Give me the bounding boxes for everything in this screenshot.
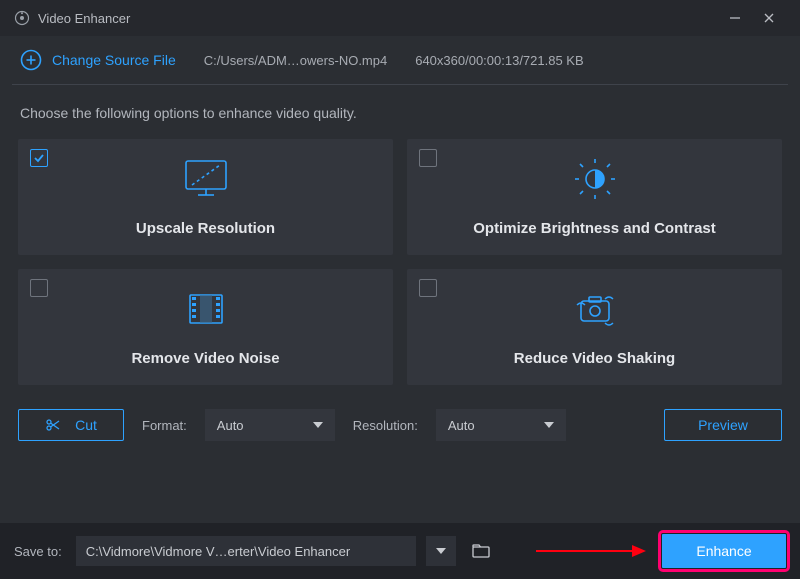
camera-shake-icon	[407, 287, 782, 331]
option-label: Optimize Brightness and Contrast	[473, 220, 716, 237]
film-noise-icon	[18, 287, 393, 331]
option-label: Reduce Video Shaking	[514, 350, 675, 367]
change-source-label: Change Source File	[52, 52, 176, 68]
close-button[interactable]	[752, 0, 786, 36]
option-upscale-resolution[interactable]: Upscale Resolution	[18, 139, 393, 255]
format-value: Auto	[217, 418, 244, 433]
brightness-icon	[407, 157, 782, 201]
chevron-down-icon	[544, 422, 554, 428]
option-label: Upscale Resolution	[136, 220, 275, 237]
enhance-button[interactable]: Enhance	[662, 534, 786, 568]
controls-row: Cut Format: Auto Resolution: Auto Previe…	[0, 385, 800, 441]
enhance-label: Enhance	[696, 543, 751, 559]
save-path-text: C:\Vidmore\Vidmore V…erter\Video Enhance…	[86, 544, 350, 559]
option-reduce-shaking[interactable]: Reduce Video Shaking	[407, 269, 782, 385]
minimize-button[interactable]	[718, 0, 752, 36]
plus-circle-icon	[20, 49, 42, 71]
cut-label: Cut	[75, 417, 97, 433]
option-label: Remove Video Noise	[131, 350, 279, 367]
options-grid: Upscale Resolution Optimize Brightness a…	[0, 139, 800, 385]
window-title: Video Enhancer	[38, 11, 130, 26]
cut-button[interactable]: Cut	[18, 409, 124, 441]
save-path-field[interactable]: C:\Vidmore\Vidmore V…erter\Video Enhance…	[76, 536, 416, 566]
save-path-dropdown[interactable]	[426, 536, 456, 566]
preview-button[interactable]: Preview	[664, 409, 782, 441]
instruction-text: Choose the following options to enhance …	[0, 85, 800, 139]
save-to-label: Save to:	[14, 544, 62, 559]
titlebar: Video Enhancer	[0, 0, 800, 36]
footer: Save to: C:\Vidmore\Vidmore V…erter\Vide…	[0, 523, 800, 579]
resolution-select[interactable]: Auto	[436, 409, 566, 441]
source-meta: 640x360/00:00:13/721.85 KB	[415, 53, 583, 68]
format-label: Format:	[142, 418, 187, 433]
app-logo-icon	[14, 10, 30, 26]
option-remove-noise[interactable]: Remove Video Noise	[18, 269, 393, 385]
format-select[interactable]: Auto	[205, 409, 335, 441]
option-optimize-brightness[interactable]: Optimize Brightness and Contrast	[407, 139, 782, 255]
source-path: C:/Users/ADM…owers-NO.mp4	[204, 53, 387, 68]
source-row: Change Source File C:/Users/ADM…owers-NO…	[0, 36, 800, 84]
change-source-button[interactable]: Change Source File	[20, 49, 176, 71]
chevron-down-icon	[313, 422, 323, 428]
open-folder-button[interactable]	[466, 536, 496, 566]
preview-label: Preview	[698, 417, 748, 433]
monitor-icon	[18, 157, 393, 201]
folder-icon	[472, 544, 490, 558]
resolution-label: Resolution:	[353, 418, 418, 433]
resolution-value: Auto	[448, 418, 475, 433]
scissors-icon	[45, 417, 61, 433]
annotation-arrow	[506, 543, 652, 559]
